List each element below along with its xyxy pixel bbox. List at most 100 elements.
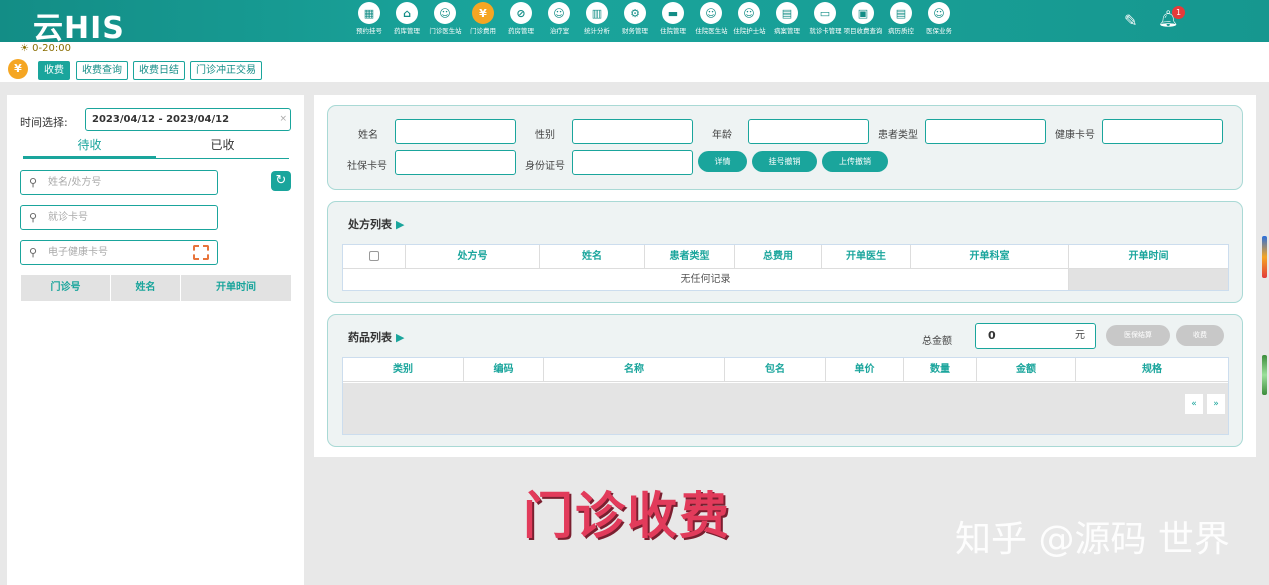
date-range-input[interactable]: 2023/04/12 - 2023/04/12 × bbox=[85, 108, 291, 131]
column-header[interactable]: 患者类型 bbox=[645, 245, 735, 268]
nav-item[interactable]: ☺ 住院医生站 bbox=[692, 0, 730, 42]
column-header[interactable]: 处方号 bbox=[406, 245, 540, 268]
scrollbar-indicator[interactable] bbox=[1262, 236, 1267, 278]
nav-item[interactable]: ¥ 门诊费用 bbox=[464, 0, 502, 42]
nav-item-label: 住院医生站 bbox=[694, 27, 728, 35]
nav-item[interactable]: ▭ 就诊卡管理 bbox=[806, 0, 844, 42]
yen-coin-icon: ¥ bbox=[8, 59, 28, 79]
name-label: 姓名 bbox=[358, 130, 378, 141]
nav-item[interactable]: ☺ 治疗室 bbox=[540, 0, 578, 42]
clear-icon[interactable]: × bbox=[279, 109, 287, 130]
id-card-label: 身份证号 bbox=[525, 161, 565, 172]
gear-icon: ⚙ bbox=[624, 2, 646, 24]
social-card-field[interactable] bbox=[395, 150, 516, 175]
health-card-input[interactable]: ⚲ 电子健康卡号 bbox=[20, 240, 218, 265]
select-all-checkbox[interactable] bbox=[343, 245, 406, 268]
cancel-registration-button[interactable]: 挂号撤销 bbox=[752, 151, 817, 172]
total-amount-label: 总金额 bbox=[922, 336, 952, 347]
drug-table: 类别 编码 名称 包名 单价 数量 金额 规格 « » bbox=[342, 357, 1229, 435]
search-icon: ⚲ bbox=[29, 211, 38, 224]
charge-detail-panel: 姓名 性别 年龄 患者类型 健康卡号 社保卡号 身份证号 详情 挂号撤销 上传撤… bbox=[314, 95, 1256, 457]
nav-item[interactable]: ☺ 医保业务 bbox=[920, 0, 958, 42]
tab-received[interactable]: 已收 bbox=[156, 136, 289, 158]
pencil-icon[interactable]: ✎ bbox=[1124, 11, 1137, 30]
empty-row: 无任何记录 bbox=[343, 269, 1228, 290]
prev-page-button[interactable]: « bbox=[1184, 393, 1204, 415]
search-icon: ⚲ bbox=[29, 246, 38, 259]
watermark: 知乎 @源码 世界 bbox=[955, 519, 1230, 560]
insurance-settle-button[interactable]: 医保结算 bbox=[1106, 325, 1170, 346]
nav-item-label: 统计分析 bbox=[584, 27, 610, 35]
nav-item[interactable]: ⚙ 财务管理 bbox=[616, 0, 654, 42]
nav-item[interactable]: ☺ 住院护士站 bbox=[730, 0, 768, 42]
scrollbar-indicator[interactable] bbox=[1262, 355, 1267, 395]
column-header[interactable]: 开单科室 bbox=[911, 245, 1069, 268]
column-header[interactable]: 包名 bbox=[725, 358, 826, 381]
tab-daily-settlement[interactable]: 收费日结 bbox=[133, 61, 185, 80]
column-header[interactable]: 数量 bbox=[904, 358, 977, 381]
tab-divider bbox=[23, 158, 289, 159]
refresh-icon[interactable]: ↻ bbox=[271, 171, 291, 191]
nav-item[interactable]: ▤ 病历质控 bbox=[882, 0, 920, 42]
patient-table-header: 门诊号 姓名 开单时间 bbox=[21, 275, 291, 301]
drug-table-header: 类别 编码 名称 包名 单价 数量 金额 规格 bbox=[343, 358, 1228, 382]
gender-field[interactable] bbox=[572, 119, 693, 144]
nav-item[interactable]: ⊘ 药房管理 bbox=[502, 0, 540, 42]
health-card-field[interactable] bbox=[1102, 119, 1223, 144]
column-header[interactable]: 总费用 bbox=[735, 245, 822, 268]
column-header[interactable]: 名称 bbox=[544, 358, 725, 381]
column-header[interactable]: 姓名 bbox=[540, 245, 645, 268]
currency-unit: 元 bbox=[1075, 330, 1085, 341]
name-field[interactable] bbox=[395, 119, 516, 144]
column-header[interactable]: 规格 bbox=[1076, 358, 1228, 381]
yen-coin-icon: ¥ bbox=[472, 2, 494, 24]
nav-item[interactable]: ▣ 项目收费查询 bbox=[844, 0, 882, 42]
details-button[interactable]: 详情 bbox=[698, 151, 747, 172]
nav-item[interactable]: ⌂ 药库管理 bbox=[388, 0, 426, 42]
time-label: 时间选择: bbox=[20, 116, 68, 129]
column-header[interactable]: 姓名 bbox=[111, 275, 181, 301]
drug-title: 药品列表 ▶ bbox=[348, 331, 405, 344]
warehouse-icon: ⌂ bbox=[396, 2, 418, 24]
patient-type-field[interactable] bbox=[925, 119, 1046, 144]
nav-item-label: 财务管理 bbox=[622, 27, 648, 35]
app-logo: 云HIS bbox=[33, 11, 125, 46]
nav-item-label: 医保业务 bbox=[926, 27, 952, 35]
visit-card-input[interactable]: ⚲ 就诊卡号 bbox=[20, 205, 218, 230]
drug-table-body: « » bbox=[343, 383, 1228, 434]
tab-pending[interactable]: 待收 bbox=[23, 136, 156, 158]
page-caption: 门诊收费 bbox=[523, 487, 731, 545]
total-amount-field[interactable]: 0 元 bbox=[975, 323, 1096, 349]
nav-item[interactable]: ☺ 门诊医生站 bbox=[426, 0, 464, 42]
search-icon: ⚲ bbox=[29, 176, 38, 189]
doctor-card-icon: ☺ bbox=[700, 2, 722, 24]
doc-search-icon: ▣ bbox=[852, 2, 874, 24]
id-card-field[interactable] bbox=[572, 150, 693, 175]
next-page-button[interactable]: » bbox=[1206, 393, 1226, 415]
nav-item-label: 治疗室 bbox=[549, 27, 569, 35]
nav-item[interactable]: ▤ 病案管理 bbox=[768, 0, 806, 42]
bed-icon: ▬ bbox=[662, 2, 684, 24]
tab-charge-query[interactable]: 收费查询 bbox=[76, 61, 128, 80]
column-header[interactable]: 开单医生 bbox=[822, 245, 911, 268]
nurse-icon: ☺ bbox=[548, 2, 570, 24]
column-header[interactable]: 编码 bbox=[464, 358, 544, 381]
tab-charge[interactable]: 收费 bbox=[38, 61, 70, 80]
nav-item[interactable]: ▥ 统计分析 bbox=[578, 0, 616, 42]
column-header[interactable]: 单价 bbox=[826, 358, 904, 381]
charge-button[interactable]: 收费 bbox=[1176, 325, 1224, 346]
nav-item[interactable]: ▦ 预约挂号 bbox=[350, 0, 388, 42]
column-header[interactable]: 门诊号 bbox=[21, 275, 111, 301]
nav-item[interactable]: ▬ 住院管理 bbox=[654, 0, 692, 42]
clipboard-icon: ▤ bbox=[890, 2, 912, 24]
column-header[interactable]: 金额 bbox=[977, 358, 1076, 381]
scan-icon[interactable] bbox=[193, 245, 209, 260]
age-field[interactable] bbox=[748, 119, 869, 144]
tab-reversal[interactable]: 门诊冲正交易 bbox=[190, 61, 262, 80]
column-header[interactable]: 类别 bbox=[343, 358, 464, 381]
search-name-input[interactable]: ⚲ 姓名/处方号 bbox=[20, 170, 218, 195]
column-header[interactable]: 开单时间 bbox=[1069, 245, 1228, 268]
nav-item-label: 项目收费查询 bbox=[843, 27, 883, 35]
column-header[interactable]: 开单时间 bbox=[181, 275, 291, 301]
cancel-upload-button[interactable]: 上传撤销 bbox=[822, 151, 888, 172]
